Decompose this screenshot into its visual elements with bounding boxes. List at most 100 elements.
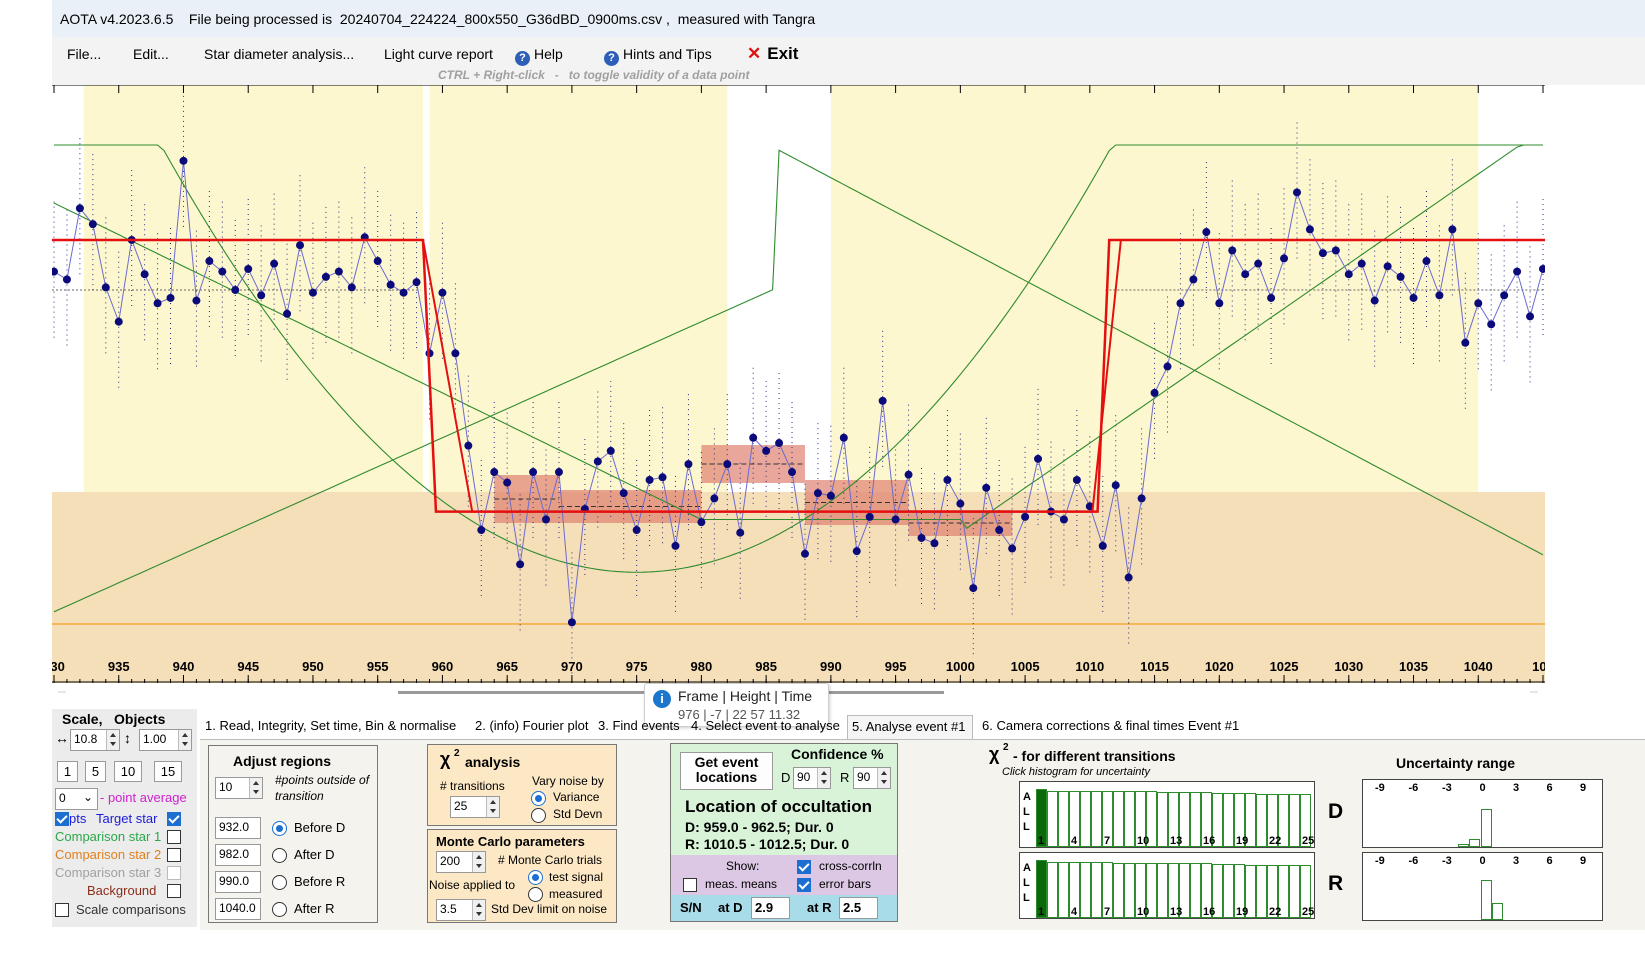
target-star-point xyxy=(982,483,991,492)
target-star-point xyxy=(800,549,809,558)
get-event-locations-button[interactable]: Get event locations xyxy=(680,752,773,790)
chi-histogram-bar[interactable] xyxy=(1256,793,1267,847)
before-d-radio[interactable] xyxy=(272,821,287,836)
target-star-point xyxy=(1072,475,1081,484)
scale-15-button[interactable]: 15 xyxy=(154,761,182,782)
monte-carlo-trials-spinner[interactable]: 200 xyxy=(436,851,486,873)
chi-histogram-bar[interactable] xyxy=(1190,863,1201,918)
x-tick-label: 980 xyxy=(691,659,713,674)
confidence-d-spinner[interactable]: 90 xyxy=(793,767,831,789)
sn-at-d-field[interactable]: 2.9 xyxy=(751,897,790,919)
menu-edit[interactable]: Edit... xyxy=(133,46,169,62)
uncertainty-title: Uncertainty range xyxy=(1396,755,1516,771)
chi-histogram-bar[interactable] xyxy=(1058,861,1069,918)
meas-means-checkbox[interactable] xyxy=(683,878,697,892)
confidence-r-spinner[interactable]: 90 xyxy=(853,767,891,789)
after-d-value-box[interactable]: 982.0 xyxy=(215,844,261,866)
chi-histogram-bar[interactable] xyxy=(1223,793,1234,847)
chi-histogram-bar[interactable] xyxy=(1256,864,1267,918)
x-tick-label: 960 xyxy=(432,659,454,674)
chi-histogram-bar[interactable] xyxy=(1058,790,1069,847)
menu-help[interactable]: ? Help xyxy=(515,46,563,66)
error-bars-checkbox[interactable] xyxy=(797,878,811,892)
chi-histogram-bar[interactable] xyxy=(1157,862,1168,918)
chi-analysis-title: analysis xyxy=(465,754,521,770)
menu-light-curve-report[interactable]: Light curve report xyxy=(384,46,493,62)
cross-corrln-checkbox[interactable] xyxy=(797,860,811,874)
chi-histogram-bar[interactable] xyxy=(1289,794,1300,847)
menu-exit[interactable]: ✕ Exit xyxy=(747,44,798,64)
light-curve-plot[interactable]: 930 935 940 945 950 955 960 965 970 975 980 985 990 9… xyxy=(52,85,1545,683)
comparison-star-2-checkbox[interactable] xyxy=(167,848,181,862)
chi-histogram-bar[interactable] xyxy=(1113,791,1124,847)
tab-camera-corrections[interactable]: 6. Camera corrections & final times Even… xyxy=(978,718,1239,738)
spinner-arrows-icon[interactable] xyxy=(472,852,485,872)
spinner-arrows-icon[interactable] xyxy=(486,797,499,817)
sn-at-r-field[interactable]: 2.5 xyxy=(839,897,878,919)
std-devn-radio[interactable] xyxy=(531,808,546,823)
chi-histogram-bar[interactable] xyxy=(1113,862,1124,918)
hints-icon: ? xyxy=(604,51,619,66)
points-outside-spinner[interactable]: 10 xyxy=(215,777,263,799)
chi-histogram-bar[interactable] xyxy=(1080,790,1091,847)
after-d-radio[interactable] xyxy=(272,848,287,863)
comparison-star-1-checkbox[interactable] xyxy=(167,830,181,844)
chi-histogram-d[interactable]: A L L 1 4 7 10 13 16 19 22 25 xyxy=(1019,781,1315,848)
point-average-select[interactable]: 0 ⌄ xyxy=(55,788,98,810)
scale-5-button[interactable]: 5 xyxy=(85,761,106,782)
scale-x-spinner[interactable]: 10.8 xyxy=(70,729,120,751)
tab-read-integrity[interactable]: 1. Read, Integrity, Set time, Bin & norm… xyxy=(201,718,456,738)
background-checkbox[interactable] xyxy=(167,884,181,898)
chi-histogram-bar[interactable] xyxy=(1091,790,1102,847)
scale-1-button[interactable]: 1 xyxy=(57,761,78,782)
chi-histogram-bar[interactable] xyxy=(1157,791,1168,847)
scale-y-spinner[interactable]: 1.00 xyxy=(139,729,192,751)
scale-comparisons-checkbox[interactable] xyxy=(55,903,69,917)
chi-histogram-r[interactable]: A L L 1 4 7 10 13 16 19 22 25 xyxy=(1019,852,1315,919)
chi-histogram-bar[interactable] xyxy=(1124,791,1135,847)
tab-select-event[interactable]: 4. Select event to analyse xyxy=(687,718,840,738)
std-dev-limit-spinner[interactable]: 3.5 xyxy=(436,899,486,921)
after-r-radio[interactable] xyxy=(272,902,287,917)
chi-histogram-bar[interactable] xyxy=(1091,862,1102,918)
close-icon: ✕ xyxy=(747,44,762,63)
before-d-value-box[interactable]: 932.0 xyxy=(215,817,261,839)
after-r-value-box[interactable]: 1040.0 xyxy=(215,898,261,920)
before-r-radio[interactable] xyxy=(272,875,287,890)
spinner-arrows-icon[interactable] xyxy=(249,778,262,798)
target-star-checkbox[interactable] xyxy=(167,812,181,826)
tab-fourier[interactable]: 2. (info) Fourier plot xyxy=(471,718,588,738)
spinner-arrows-icon[interactable] xyxy=(472,900,485,920)
comparison-star-3-checkbox[interactable] xyxy=(167,866,181,880)
menu-hints[interactable]: ? Hints and Tips xyxy=(604,46,712,66)
uncertainty-tick-label: -3 xyxy=(1442,782,1452,794)
spinner-arrows-icon[interactable] xyxy=(817,768,830,788)
chi-histogram-bar[interactable] xyxy=(1223,864,1234,918)
signal-noise-area: S/N at D 2.9 at R 2.5 xyxy=(671,895,897,921)
transitions-spinner[interactable]: 25 xyxy=(450,796,500,818)
chi-histogram-bar[interactable] xyxy=(1190,792,1201,847)
variance-radio[interactable] xyxy=(531,791,546,806)
scale-10-button[interactable]: 10 xyxy=(114,761,142,782)
chi-histogram-bar[interactable] xyxy=(1289,865,1300,918)
menu-file[interactable]: File... xyxy=(67,46,101,62)
before-r-value-box[interactable]: 990.0 xyxy=(215,871,261,893)
spinner-arrows-icon[interactable] xyxy=(877,768,890,788)
spinner-arrows-icon[interactable] xyxy=(178,730,191,750)
target-star-point xyxy=(710,494,719,503)
test-signal-radio[interactable] xyxy=(528,870,543,885)
histogram-number: 19 xyxy=(1236,835,1249,847)
before-r-value: 990.0 xyxy=(219,874,250,888)
window-title: AOTA v4.2023.6.5 File being processed is… xyxy=(60,11,816,27)
help-icon: ? xyxy=(515,51,530,66)
spinner-arrows-icon[interactable] xyxy=(106,730,119,750)
chi-symbol: χ xyxy=(989,744,1000,764)
chi-histogram-bar[interactable] xyxy=(1124,862,1135,918)
chi-histogram-bar[interactable] xyxy=(1080,862,1091,918)
chi-histogram-bar[interactable] xyxy=(1047,790,1058,847)
tab-find-events[interactable]: 3. Find events xyxy=(594,718,680,738)
pts-checkbox[interactable] xyxy=(55,812,69,826)
chi-histogram-bar[interactable] xyxy=(1047,861,1058,918)
menu-star-diameter[interactable]: Star diameter analysis... xyxy=(204,46,354,62)
measured-radio[interactable] xyxy=(528,887,543,902)
